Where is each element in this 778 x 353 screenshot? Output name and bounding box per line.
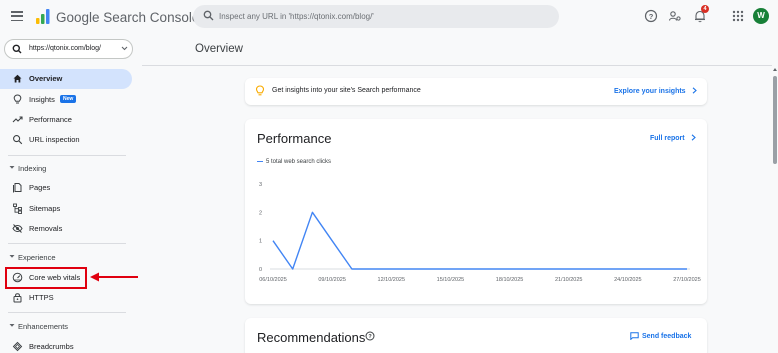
trending-icon [12,116,23,123]
page-title: Overview [195,43,243,55]
sidebar-item-label: Insights [29,95,55,104]
insights-card: Get insights into your site's Search per… [245,78,707,105]
legend-swatch [257,160,263,163]
legend-label: 5 total web search clicks [266,159,332,165]
search-console-logo [36,9,50,24]
y-tick-label: 0 [259,267,262,273]
divider [8,243,126,244]
sidebar-item-https[interactable]: HTTPS [0,288,132,308]
new-badge: New [60,95,77,103]
lock-icon [13,293,22,303]
removals-icon [12,224,23,233]
divider [8,155,126,156]
x-tick-label: 18/10/2025 [496,277,524,283]
y-tick-label: 3 [259,182,262,188]
sidebar-item-label: Overview [29,74,63,83]
diamond-icon [12,341,23,352]
help-icon[interactable]: ? [644,9,658,23]
y-tick-label: 1 [259,239,262,245]
full-report-link[interactable]: Full report [650,134,696,142]
sidebar-item-label: Performance [29,115,72,124]
series-line-clicks[interactable] [272,211,687,270]
section-title: Indexing [18,164,47,173]
svg-text:?: ? [649,12,654,21]
x-tick-label: 24/10/2025 [614,277,642,283]
sidebar-item-label: URL inspection [29,135,80,144]
sidebar-item-label: Sitemaps [29,204,61,213]
help-icon[interactable]: ? [365,331,375,341]
chevron-right-icon [692,87,697,94]
top-bar: Google Search Console ? 4 W [0,0,778,34]
notification-badge: 4 [701,5,709,13]
menu-icon[interactable] [11,11,23,22]
header-divider [142,65,772,66]
x-tick-label: 06/10/2025 [259,277,287,283]
sidebar-item-url-inspection[interactable]: URL inspection [0,130,132,150]
section-title: Experience [18,253,56,262]
performance-card: Performance Full report 5 total web sear… [245,119,707,304]
insights-text: Get insights into your site's Search per… [272,87,421,94]
performance-title: Performance [257,131,332,146]
x-tick-label: 15/10/2025 [437,277,465,283]
sidebar-item-removals[interactable]: Removals [0,219,132,239]
y-tick-label: 2 [259,210,262,216]
property-search-icon [12,44,22,54]
divider [8,312,126,313]
annotation-arrow [90,272,138,282]
explore-insights-link[interactable]: Explore your insights [614,87,697,95]
feedback-icon [630,332,639,341]
sidebar-item-label: HTTPS [29,293,54,302]
sidebar-item-insights[interactable]: Insights New [0,90,132,110]
chevron-down-icon [9,166,15,169]
recommendations-card: Recommendations ? Send feedback [245,318,707,353]
sidebar-item-performance[interactable]: Performance [0,110,132,130]
send-feedback-link[interactable]: Send feedback [630,332,691,341]
apps-icon[interactable] [731,9,745,23]
property-selector[interactable]: https://qtonix.com/blog/ [4,39,133,59]
brand-title: Google Search Console [56,10,200,25]
home-icon [13,74,22,83]
x-tick-label: 27/10/2025 [673,277,701,283]
manage-users-icon[interactable] [668,9,682,23]
sitemap-icon [13,203,22,214]
sidebar-item-breadcrumbs[interactable]: Breadcrumbs [0,337,132,353]
chevron-down-icon [9,255,15,258]
section-indexing[interactable]: Indexing [0,160,132,176]
sidebar-item-pages[interactable]: Pages [0,178,132,198]
url-inspect-search[interactable] [193,5,559,28]
sidebar-item-label: Pages [29,183,51,192]
sidebar-item-label: Breadcrumbs [29,342,74,351]
search-icon [13,135,23,145]
page-scrollbar[interactable] [772,66,778,353]
search-input[interactable] [219,8,549,25]
sidebar-item-label: Removals [29,224,63,233]
lightbulb-icon [255,85,265,96]
lightbulb-icon [13,94,22,104]
scrollbar-thumb[interactable] [773,76,777,164]
section-experience[interactable]: Experience [0,249,132,265]
annotation-highlight-box [5,267,87,289]
scroll-up-arrow[interactable] [773,68,777,71]
chevron-down-icon [9,324,15,327]
sidebar-item-overview[interactable]: Overview [0,69,132,89]
sidebar-item-sitemaps[interactable]: Sitemaps [0,199,132,219]
x-tick-label: 09/10/2025 [318,277,346,283]
section-enhancements[interactable]: Enhancements [0,318,132,334]
search-icon [203,10,214,21]
x-tick-label: 12/10/2025 [378,277,406,283]
property-url: https://qtonix.com/blog/ [29,45,101,52]
recommendations-title: Recommendations [257,330,366,345]
performance-chart: 0 1 2 3 06/10/2025 09/10/2025 12/10/2025 15/10/… [259,182,701,283]
chart-legend: 5 total web search clicks [257,159,331,165]
chevron-down-icon [121,46,128,51]
section-title: Enhancements [18,322,69,331]
avatar[interactable]: W [753,8,769,24]
x-tick-label: 21/10/2025 [555,277,583,283]
pages-icon [13,183,22,193]
chevron-right-icon [691,134,696,141]
